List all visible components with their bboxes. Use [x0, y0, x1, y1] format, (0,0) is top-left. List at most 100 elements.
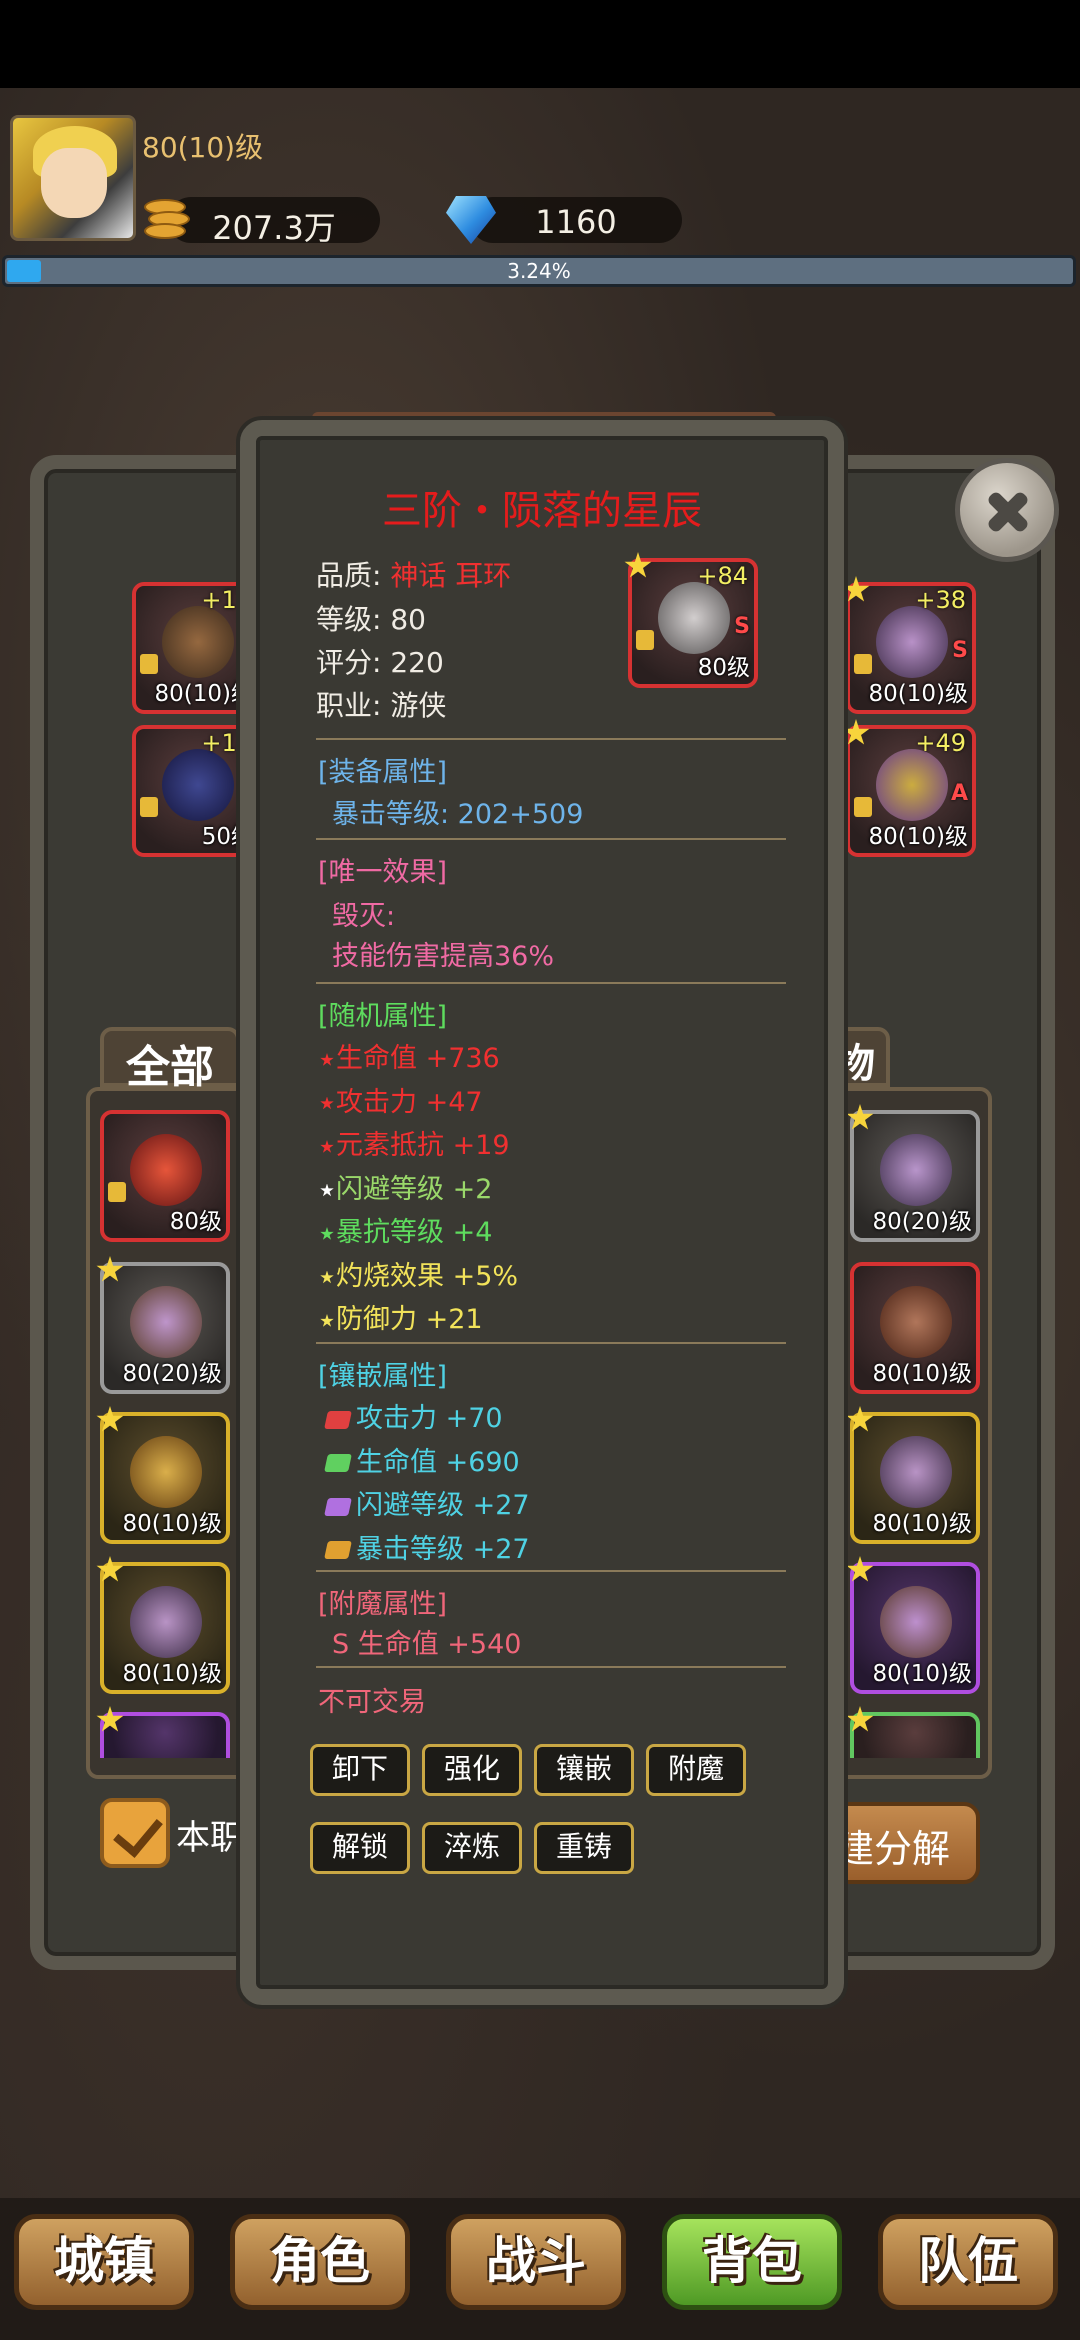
item-plus: +84 — [697, 562, 748, 590]
item-level: 80(20)级 — [122, 1361, 222, 1387]
item-detail-panel: 三阶・陨落的星辰 品质: 神话 耳环 等级: 80 评分: 220 职业: 游侠… — [240, 420, 844, 2005]
inventory-item[interactable]: 80(10)级 — [850, 1262, 980, 1394]
temper-button[interactable]: 淬炼 — [422, 1822, 522, 1874]
unlock-button[interactable]: 解锁 — [310, 1822, 410, 1874]
gem-icon — [324, 1410, 352, 1429]
lock-icon — [140, 654, 158, 674]
bracer-icon — [130, 1286, 202, 1358]
tab-all[interactable]: 全部 — [100, 1027, 240, 1093]
necklace-icon — [876, 606, 948, 678]
divider — [316, 1342, 786, 1344]
inventory-item[interactable] — [96, 1706, 230, 1758]
socket-attr-header: [镶嵌属性] — [318, 1361, 448, 1392]
item-level: 80(10)级 — [868, 824, 968, 850]
inventory-item[interactable]: 80(10)级 — [846, 1406, 980, 1544]
enhance-button[interactable]: 强化 — [422, 1744, 522, 1796]
quality-value: 神话 耳环 — [390, 559, 512, 592]
orb-icon — [162, 749, 234, 821]
socket-attr-line: 攻击力 +70 — [324, 1396, 503, 1435]
item-title: 三阶・陨落的星辰 — [382, 488, 702, 534]
socket-attr-line: 闪避等级 +27 — [324, 1483, 530, 1522]
inventory-item[interactable]: 80(20)级 — [96, 1256, 230, 1394]
bow-icon — [162, 606, 234, 678]
ring-icon — [876, 749, 948, 821]
bracer-icon — [880, 1586, 952, 1658]
class-row: 职业: 游侠 — [316, 684, 446, 724]
score-row: 评分: 220 — [316, 641, 444, 681]
star-icon — [624, 552, 652, 578]
attr-text: 暴抗等级 +4 — [336, 1217, 493, 1248]
item-rank: S — [734, 614, 750, 639]
random-attr-line: 攻击力 +47 — [320, 1080, 483, 1119]
class-value: 游侠 — [390, 689, 447, 722]
inventory-item[interactable]: 80(10)级 — [96, 1556, 230, 1694]
random-attr-line: 元素抵抗 +19 — [320, 1123, 510, 1162]
status-bar — [0, 0, 1080, 88]
level-label: 等级: — [316, 603, 382, 636]
class-filter-checkbox[interactable] — [100, 1798, 170, 1868]
attr-star-icon — [320, 1096, 334, 1110]
inventory-item[interactable]: 80(10)级 — [96, 1406, 230, 1544]
random-attr-line: 闪避等级 +2 — [320, 1167, 492, 1206]
equip-attr-header: [装备属性] — [318, 757, 448, 788]
item-rank: A — [950, 781, 968, 806]
equip-attr-line: 暴击等级: 202+509 — [332, 799, 584, 830]
item-level: 80(10)级 — [872, 1511, 972, 1537]
reforge-button[interactable]: 重铸 — [534, 1822, 634, 1874]
nav-battle[interactable]: 战斗 — [446, 2214, 626, 2310]
necklace-icon — [880, 1134, 952, 1206]
attr-star-icon — [320, 1314, 334, 1327]
inventory-item[interactable] — [846, 1706, 980, 1758]
attr-text: 灼烧效果 +5% — [336, 1260, 519, 1292]
equipped-slot-ring[interactable]: +49 A 80(10)级 — [842, 719, 976, 857]
attr-text: 攻击力 +47 — [336, 1086, 483, 1118]
level-value: 80 — [390, 603, 426, 636]
gold-coin-icon — [140, 195, 196, 243]
enchant-attr-header: [附魔属性] — [318, 1589, 448, 1620]
attr-star-icon — [320, 1227, 334, 1240]
xp-bar: 3.24% — [2, 255, 1076, 287]
enchant-button[interactable]: 附魔 — [646, 1744, 746, 1796]
quality-label: 品质: — [316, 559, 382, 592]
nav-backpack[interactable]: 背包 — [662, 2214, 842, 2310]
item-plus: +38 — [915, 586, 966, 614]
player-avatar[interactable] — [10, 115, 136, 241]
attr-text: 攻击力 +70 — [356, 1403, 503, 1434]
inventory-item[interactable]: 80(10)级 — [846, 1556, 980, 1694]
gem-icon — [324, 1541, 352, 1559]
inventory-item[interactable]: 80级 — [100, 1110, 230, 1242]
close-icon[interactable] — [955, 458, 1059, 562]
inventory-item[interactable]: 80(20)级 — [846, 1104, 980, 1242]
unequip-button[interactable]: 卸下 — [310, 1744, 410, 1796]
item-level: 80(10)级 — [868, 681, 968, 707]
enchant-attr-line: S 生命值 +540 — [332, 1629, 522, 1660]
lock-icon — [108, 1182, 126, 1202]
nav-character[interactable]: 角色 — [230, 2214, 410, 2310]
gold-value: 207.3万 — [212, 209, 336, 247]
attr-star-icon — [320, 1053, 334, 1066]
attr-star-icon — [320, 1183, 334, 1197]
random-attr-line: 生命值 +736 — [320, 1036, 500, 1075]
socket-attr-line: 生命值 +690 — [324, 1440, 520, 1479]
necklace-icon — [130, 1586, 202, 1658]
score-value: 220 — [390, 646, 444, 679]
nav-town[interactable]: 城镇 — [14, 2214, 194, 2310]
nav-team[interactable]: 队伍 — [878, 2214, 1058, 2310]
divider — [316, 738, 786, 740]
quality-row: 品质: 神话 耳环 — [316, 554, 511, 594]
lock-icon — [636, 630, 654, 650]
glove-icon — [880, 1286, 952, 1358]
attr-star-icon — [320, 1140, 334, 1153]
unique-effect-header: [唯一效果] — [318, 857, 448, 888]
player-level: 80(10)级 — [142, 131, 264, 164]
attr-text: 防御力 +21 — [336, 1304, 483, 1335]
item-level: 80级 — [169, 1209, 222, 1235]
trade-note: 不可交易 — [318, 1687, 426, 1718]
gem-icon — [324, 1497, 352, 1516]
socket-button[interactable]: 镶嵌 — [534, 1744, 634, 1796]
earring-icon — [130, 1436, 202, 1508]
item-plus: +49 — [915, 729, 966, 757]
gold-display: 207.3万 — [168, 197, 380, 247]
equipped-slot-necklace[interactable]: +38 S 80(10)级 — [842, 576, 976, 714]
random-attr-header: [随机属性] — [318, 1001, 448, 1032]
